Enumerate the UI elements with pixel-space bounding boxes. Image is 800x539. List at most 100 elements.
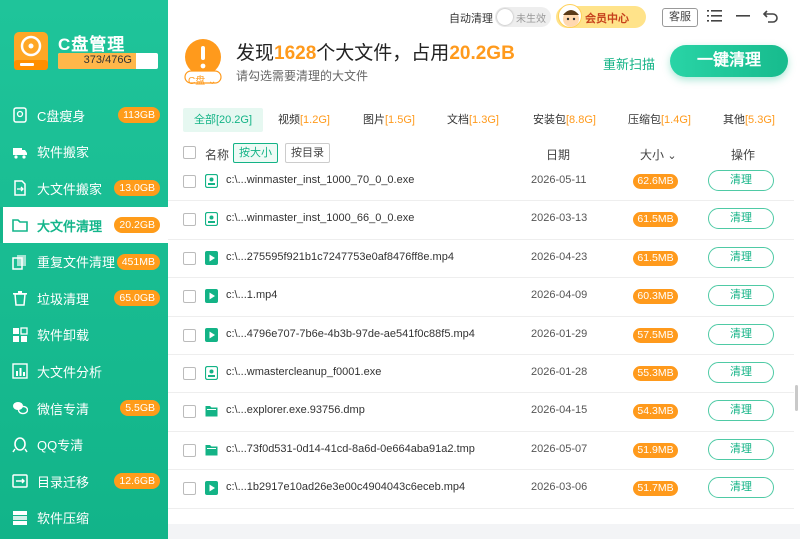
sort-by-size-button[interactable]: 按大小 [233,143,278,163]
video-file-icon [205,481,218,496]
clean-file-button[interactable]: 清理 [708,477,774,499]
clean-file-button[interactable]: 清理 [708,323,774,345]
tab-4[interactable]: 安装包[8.8G] [533,108,596,132]
tab-size: [20.2G] [215,114,253,126]
tab-3[interactable]: 文档[1.3G] [447,108,499,132]
table-row[interactable]: c:\...winmaster_inst_1000_66_0_0.exe 2026… [168,201,794,240]
rescan-link[interactable]: 重新扫描 [603,54,655,73]
file-date: 2026-01-28 [531,366,588,378]
sidebar-item-label: 软件卸载 [37,328,90,344]
chevron-down-icon: ⌄ [667,150,677,162]
tab-2[interactable]: 图片[1.5G] [363,108,415,132]
row-checkbox[interactable] [183,443,196,457]
column-date: 日期 [546,148,571,162]
clean-file-button[interactable]: 清理 [708,400,774,422]
sidebar-item-migrate[interactable]: 目录迁移 12.6GB [0,463,168,500]
tab-size: [5.3G] [745,114,775,126]
clean-file-button[interactable]: 清理 [708,208,774,230]
clean-file-button[interactable]: 清理 [708,362,774,383]
drive-selector[interactable]: C盘 ⌄ [188,72,216,87]
disk-usage-bar: 373/476G [58,53,158,69]
table-row[interactable]: c:\...4796e707-7b6e-4b3b-97de-ae541f0c88… [168,317,794,355]
auto-clean-toggle[interactable]: 未生效 [495,7,551,27]
wechat-icon [12,400,28,416]
column-name: 名称 [205,148,230,162]
tab-label: 全部 [193,114,216,126]
clean-file-button[interactable]: 清理 [708,285,774,307]
file-size-badge: 62.6MB [633,174,678,189]
tab-0[interactable]: 全部[20.2G] [183,108,263,132]
file-name: c:\...275595f921b1c7247753e0af8476ff8e.m… [226,250,454,263]
table-row[interactable]: c:\...275595f921b1c7247753e0af8476ff8e.m… [168,240,794,279]
drive-label: C盘 [188,76,206,87]
row-checkbox[interactable] [183,405,196,419]
tab-6[interactable]: 其他[5.3G] [723,108,775,132]
sidebar-item-badge: 5.5GB [120,400,160,417]
table-row[interactable]: c:\...73f0d531-0d14-41cd-8a6d-0e664aba91… [168,432,794,471]
sidebar-item-label: 垃圾清理 [37,291,90,307]
sidebar-item-badge: 12.6GB [114,473,160,490]
row-checkbox[interactable] [183,482,196,496]
sidebar-item-disk-slim[interactable]: C盘瘦身 113GB [0,97,168,134]
file-name: c:\...1.mp4 [226,289,278,302]
row-checkbox[interactable] [183,290,196,304]
table-row[interactable]: c:\...1b2917e10ad26e3e00c4904043c6eceb.m… [168,470,794,509]
row-checkbox[interactable] [183,328,196,342]
back-icon[interactable] [762,7,780,25]
select-all-checkbox[interactable] [183,146,196,159]
sidebar-item-folder[interactable]: 大文件清理 20.2GB [0,206,168,244]
table-row[interactable]: c:\...explorer.exe.93756.dmp 2026-04-15 54… [168,393,794,432]
vip-center-label: 会员中心 [585,13,629,25]
row-checkbox[interactable] [183,367,196,380]
sort-by-directory-button[interactable]: 按目录 [285,143,330,163]
table-row[interactable]: c:\...wmastercleanup_f0001.exe 2026-01-28… [168,355,794,394]
table-row[interactable]: c:\...1.mp4 2026-04-09 60.3MB 清理 [168,278,794,317]
total-size: 20.2GB [449,43,515,64]
vip-center-button[interactable]: 会员中心 [556,4,646,28]
clean-file-button[interactable]: 清理 [708,246,774,268]
sidebar: C盘管理 373/476G C盘瘦身 113GB 软件搬家 大文件搬家 13.0GB 大文… [0,0,168,539]
customer-service-button[interactable]: 客服 [662,8,698,27]
disk-logo-icon [14,32,48,70]
file-date: 2026-03-13 [531,212,588,225]
sidebar-item-label: 微信专清 [37,401,90,417]
folder-icon [12,217,28,233]
row-checkbox[interactable] [183,251,196,265]
row-checkbox[interactable] [183,175,196,188]
sidebar-item-apps[interactable]: 软件卸载 [0,317,168,354]
minimize-icon[interactable] [734,7,752,25]
clean-all-button[interactable]: 一键清理 [670,45,788,77]
tab-1[interactable]: 视频[1.2G] [278,108,330,132]
tab-size: [8.8G] [566,114,596,126]
tab-size: [1.3G] [469,114,499,126]
scrollbar[interactable] [795,385,798,411]
sidebar-item-chart[interactable]: 大文件分析 [0,353,168,390]
file-date: 2026-04-15 [531,404,588,417]
menu-icon[interactable] [706,7,724,25]
chart-icon [12,363,28,380]
tab-size: [1.4G] [661,114,691,126]
file-size-badge: 54.3MB [633,404,678,420]
file-name: c:\...4796e707-7b6e-4b3b-97de-ae541f0c88… [226,327,475,340]
table-row[interactable]: c:\...winmaster_inst_1000_70_0_0.exe 2026… [168,163,794,202]
file-name: c:\...wmastercleanup_f0001.exe [226,366,382,378]
sidebar-item-duplicate[interactable]: 重复文件清理 451MB [0,243,168,280]
sidebar-item-compress[interactable]: 软件压缩 [0,500,168,537]
sidebar-item-file-move[interactable]: 大文件搬家 13.0GB [0,170,168,207]
installer-file-icon [205,212,218,227]
clean-file-button[interactable]: 清理 [708,438,774,460]
column-size[interactable]: 大小 ⌄ [640,146,677,163]
avatar [558,4,582,28]
row-checkbox[interactable] [183,213,196,227]
file-size-badge: 51.9MB [633,442,678,458]
sidebar-item-truck[interactable]: 软件搬家 [0,134,168,171]
file-list: c:\...winmaster_inst_1000_70_0_0.exe 2026… [168,163,794,523]
page-title: 发现1628个大文件，占用20.2GB [236,43,515,64]
tab-label: 安装包 [533,114,566,126]
clean-file-button[interactable]: 清理 [708,170,774,191]
tab-5[interactable]: 压缩包[1.4G] [628,108,691,132]
sidebar-item-wechat[interactable]: 微信专清 5.5GB [0,390,168,427]
trash-icon [12,290,28,307]
sidebar-item-qq[interactable]: QQ专清 [0,426,168,463]
sidebar-item-trash[interactable]: 垃圾清理 65.0GB [0,280,168,317]
